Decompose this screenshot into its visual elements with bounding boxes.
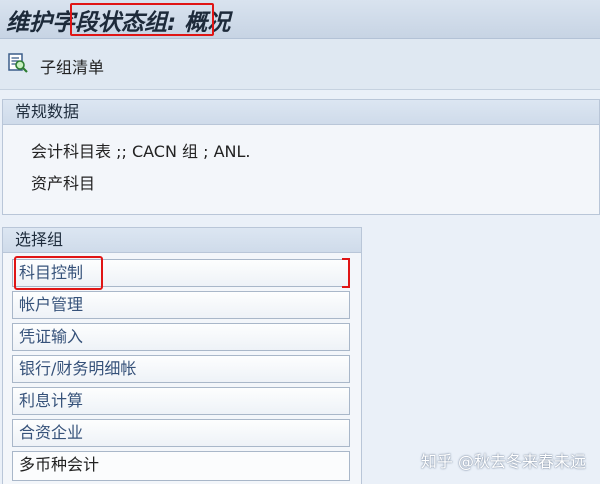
group-button-account-management[interactable]: 帐户管理 [12,291,350,319]
chart-of-accounts-row: 会计科目表 ;; CACN 组 ; ANL. [31,142,251,161]
annotation-highlight-title [70,3,214,36]
group-button-document-entry[interactable]: 凭证输入 [12,323,350,351]
general-data-group: 常规数据 会计科目表 ;; CACN 组 ; ANL. 资产科目 [2,99,600,215]
application-toolbar: 子组清单 [0,39,600,90]
group-button-bank-finance-details[interactable]: 银行/财务明细帐 [12,355,350,383]
group-button-joint-venture[interactable]: 合资企业 [12,419,350,447]
annotation-highlight-account-control [14,256,103,290]
watermark: 知乎 @秋去冬来春未远 [420,452,586,471]
list-magnifier-icon[interactable] [8,53,28,73]
group-button-multi-currency[interactable]: 多币种会计 [12,451,350,481]
asset-account-row: 资产科目 [31,174,96,193]
group-button-interest-calculation[interactable]: 利息计算 [12,387,350,415]
annotation-bracket-account-control [342,258,350,288]
select-group-header: 选择组 [3,228,361,253]
title-bar: 维护字段状态组: 概况 [0,0,600,39]
subgroup-list-button[interactable]: 子组清单 [40,54,104,78]
general-data-header: 常规数据 [3,100,599,125]
